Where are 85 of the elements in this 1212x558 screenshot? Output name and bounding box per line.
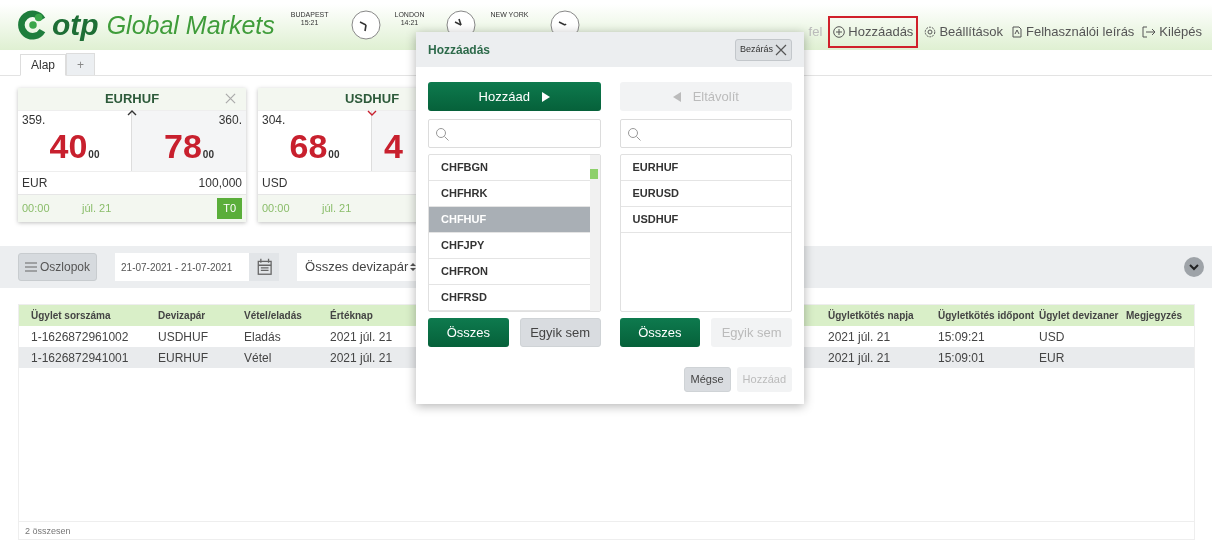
date-label: júl. 21 bbox=[322, 201, 352, 217]
search-field[interactable] bbox=[619, 119, 792, 148]
search-field[interactable] bbox=[428, 119, 601, 148]
list-item[interactable]: USDHUF bbox=[620, 207, 791, 233]
select-button[interactable]: Egyik sem bbox=[519, 318, 601, 347]
list-icon bbox=[25, 262, 37, 272]
currency-label: EUR bbox=[22, 175, 48, 192]
close-icon bbox=[775, 43, 787, 56]
list-item[interactable]: CHFJPY bbox=[429, 233, 590, 259]
settings-icon bbox=[924, 25, 937, 38]
nav-link[interactable]: Felhasználói leírás bbox=[1010, 22, 1135, 42]
price-small: 00 bbox=[328, 148, 340, 162]
column-header[interactable]: Ügylet devizaner bbox=[1039, 308, 1126, 323]
search-icon bbox=[626, 126, 641, 141]
table-cell-text: EUR bbox=[1039, 349, 1066, 367]
column-header[interactable]: Devizapár bbox=[158, 308, 244, 323]
currency-label: USD bbox=[262, 175, 288, 192]
table-cell-text: 2021 júl. 21 bbox=[330, 328, 394, 346]
table-cell-text: 15:09:01 bbox=[938, 349, 986, 367]
table-cell-text: USD bbox=[1039, 328, 1066, 346]
amount-value: 100,000 bbox=[198, 175, 242, 192]
price-prefix: 359. bbox=[22, 113, 47, 127]
calendar-icon[interactable] bbox=[249, 253, 280, 281]
table-cell-text: 2021 júl. 21 bbox=[828, 349, 892, 367]
column-header[interactable]: Értéknap bbox=[330, 308, 420, 323]
columns-button[interactable]: Oszlopok bbox=[18, 253, 98, 281]
total-count: 2 összesen bbox=[19, 521, 1194, 539]
list-item[interactable]: CHFRSD bbox=[429, 285, 590, 311]
date-label: júl. 21 bbox=[82, 201, 112, 217]
chevron-down-icon[interactable] bbox=[1184, 257, 1204, 277]
list-item[interactable]: CHFRON bbox=[429, 259, 590, 285]
logo-icon bbox=[18, 10, 48, 40]
price-small: 00 bbox=[88, 148, 100, 162]
close-button[interactable]: Bezárás bbox=[734, 38, 792, 61]
currency-pair: USDHUF bbox=[344, 90, 400, 109]
table-cell-text: 1-1626872941001 bbox=[31, 349, 130, 367]
price-big: 4 bbox=[384, 127, 403, 165]
table-cell-text: USDHUF bbox=[158, 328, 209, 346]
list-item[interactable]: EURUSD bbox=[620, 181, 791, 207]
price-big: 68 bbox=[289, 127, 328, 165]
logo-brand: otp bbox=[52, 10, 99, 40]
scrollbar-thumb[interactable] bbox=[589, 169, 598, 179]
tab[interactable]: Alap bbox=[20, 54, 67, 76]
tenor-badge: T0 bbox=[217, 198, 242, 219]
logout-icon bbox=[1142, 25, 1157, 38]
dialog-title: Hozzáadás bbox=[428, 41, 491, 59]
price-big: 40 bbox=[49, 127, 88, 165]
list-item[interactable]: EURHUF bbox=[620, 155, 791, 181]
document-icon bbox=[1010, 25, 1023, 38]
plus-circle-icon bbox=[833, 25, 846, 38]
nav-link[interactable]: Beállítások bbox=[924, 22, 1003, 42]
move-button[interactable]: Hozzáad bbox=[428, 82, 601, 111]
search-icon bbox=[435, 126, 449, 141]
time-label: 00:00 bbox=[262, 201, 291, 217]
logo-text: Global Markets bbox=[106, 12, 275, 38]
column-header[interactable]: Ügylet sorszáma bbox=[31, 308, 158, 323]
column-header[interactable]: Megjegyzés bbox=[1126, 308, 1206, 323]
nav-link[interactable]: Hozzáadás bbox=[830, 18, 917, 46]
clock-icon bbox=[350, 10, 381, 40]
price-big: 78 bbox=[164, 127, 202, 165]
nav-link[interactable]: Kilépés bbox=[1142, 22, 1202, 42]
column-header[interactable]: Ügyletkötés napja bbox=[828, 308, 938, 323]
scrollbar[interactable] bbox=[589, 155, 600, 311]
dialog-button[interactable]: Mégse bbox=[683, 367, 731, 392]
select-button[interactable]: Összes bbox=[619, 318, 701, 347]
time-label: 00:00 bbox=[22, 201, 51, 217]
table-cell-text: EURHUF bbox=[158, 349, 209, 367]
currency-pair: EURHUF bbox=[104, 90, 160, 109]
table-cell-text: Eladás bbox=[244, 328, 282, 346]
table-cell-text: 2021 júl. 21 bbox=[828, 328, 892, 346]
table-cell-text: 2021 júl. 21 bbox=[330, 349, 394, 367]
left-triangle-icon bbox=[672, 91, 681, 102]
price-prefix: 304. bbox=[262, 113, 287, 127]
table-cell-text: 1-1626872961002 bbox=[31, 328, 130, 346]
column-header[interactable]: Vétel/eladás bbox=[244, 308, 330, 323]
table-cell-text: Vétel bbox=[244, 349, 273, 367]
price-small: 00 bbox=[202, 148, 214, 162]
select-button[interactable]: Összes bbox=[428, 318, 509, 347]
column-header[interactable]: Ügyletkötés időpont bbox=[938, 308, 1039, 323]
close-icon[interactable] bbox=[225, 93, 236, 104]
table-cell-text: 15:09:21 bbox=[938, 328, 986, 346]
right-triangle-icon bbox=[541, 91, 550, 102]
date-range-field[interactable]: 21-07-2021 - 21-07-2021 bbox=[115, 253, 250, 281]
list-item[interactable]: CHFBGN bbox=[429, 155, 590, 181]
price-prefix: 360. bbox=[218, 113, 242, 127]
